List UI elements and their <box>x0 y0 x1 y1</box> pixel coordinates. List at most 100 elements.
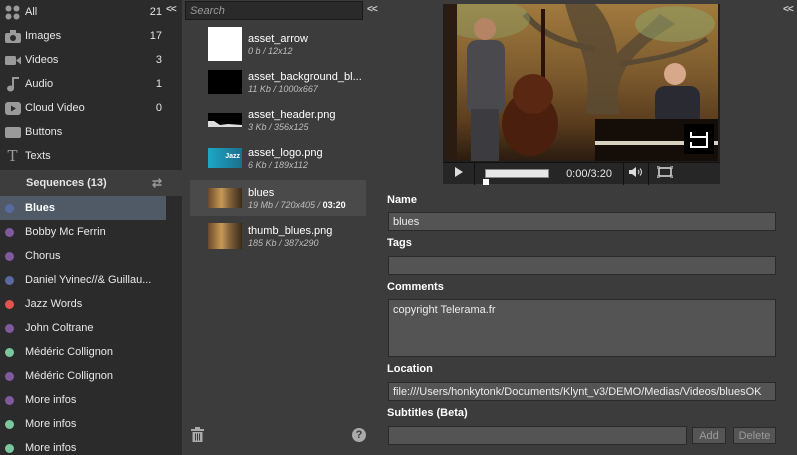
sequence-item[interactable]: Daniel Yvinec//& Guillau... <box>0 268 182 292</box>
video-frame[interactable] <box>445 4 718 161</box>
sidebar: << All 21 Images 17 Videos 3 Audio 1 Clo… <box>0 0 182 455</box>
music-note-icon <box>4 76 21 93</box>
comments-field[interactable]: copyright Telerama.fr <box>388 299 776 357</box>
asset-item[interactable]: asset_background_bl... 11 Kb / 1000x667 <box>190 64 366 100</box>
asset-item[interactable]: asset_arrow 0 b / 12x12 <box>190 26 366 62</box>
category-label: Images <box>25 30 62 42</box>
sequence-item[interactable]: More infos <box>0 436 182 455</box>
sequence-label: More infos <box>25 394 77 406</box>
asset-meta: 6 Kb / 189x112 <box>248 159 308 170</box>
sequence-item[interactable]: John Coltrane <box>0 316 182 340</box>
category-label: All <box>25 6 38 18</box>
sequence-color-dot <box>5 443 14 453</box>
category-count: 17 <box>149 30 162 42</box>
sequence-item[interactable]: Médéric Collignon <box>0 340 182 364</box>
add-subtitle-button[interactable]: Add <box>692 427 726 444</box>
asset-name: blues <box>248 186 275 199</box>
play-button[interactable] <box>443 162 475 185</box>
collapse-detail-button[interactable]: << <box>783 4 794 15</box>
play-icon <box>4 100 21 117</box>
sequence-item-blues[interactable]: Blues <box>0 196 166 220</box>
video-camera-icon <box>4 52 21 69</box>
search-input[interactable] <box>185 1 363 20</box>
location-label: Location <box>387 363 433 375</box>
sequence-color-dot <box>5 419 14 429</box>
sequence-list: Blues Bobby Mc Ferrin Chorus Daniel Yvin… <box>0 196 182 455</box>
collapse-assets-button[interactable]: << <box>367 4 378 15</box>
play-icon <box>454 167 463 180</box>
collapse-sidebar-button[interactable]: << <box>166 4 177 15</box>
sequence-item[interactable]: More infos <box>0 412 182 436</box>
asset-thumbnail <box>208 65 242 99</box>
category-cloud-video[interactable]: Cloud Video 0 <box>0 96 182 120</box>
progress-track <box>485 168 549 178</box>
asset-item[interactable]: thumb_blues.png 185 Kb / 387x290 <box>190 218 366 254</box>
sequence-item[interactable]: Médéric Collignon <box>0 364 182 388</box>
sort-arrows-icon[interactable]: ⇄ <box>152 176 162 190</box>
sequence-label: Bobby Mc Ferrin <box>25 226 106 238</box>
asset-name: asset_arrow <box>248 32 308 45</box>
sequence-color-dot <box>5 323 14 333</box>
asset-thumbnail <box>208 219 242 253</box>
category-label: Buttons <box>25 126 63 138</box>
category-label: Cloud Video <box>25 102 85 114</box>
volume-icon <box>629 167 643 180</box>
sequence-item[interactable]: Jazz Words <box>0 292 182 316</box>
name-field[interactable]: blues <box>388 212 776 231</box>
subtitles-field[interactable] <box>388 426 687 445</box>
sequence-label: Médéric Collignon <box>25 370 114 382</box>
sequence-label: Daniel Yvinec//& Guillau... <box>25 274 152 286</box>
asset-item-blues[interactable]: blues 19 Mb / 720x405 / 03:20 <box>190 180 366 216</box>
sequence-color-dot <box>5 347 14 357</box>
volume-button[interactable] <box>623 162 649 185</box>
sequence-item[interactable]: Bobby Mc Ferrin <box>0 220 182 244</box>
sequences-title: Sequences (13) <box>26 177 107 189</box>
trash-icon[interactable] <box>191 427 204 445</box>
category-images[interactable]: Images 17 <box>0 24 182 48</box>
sequence-label: Chorus <box>25 250 61 262</box>
category-all[interactable]: All 21 <box>0 0 182 24</box>
sequence-label: More infos <box>25 442 77 454</box>
category-count: 1 <box>155 78 162 90</box>
sequence-color-dot <box>5 275 14 285</box>
sequence-item[interactable]: Chorus <box>0 244 182 268</box>
logo-thumb-text: Jazz <box>225 153 240 160</box>
progress-slider[interactable] <box>475 163 551 185</box>
player-controls: 0:00/3:20 <box>443 162 720 185</box>
name-label: Name <box>387 194 417 206</box>
tags-field[interactable] <box>388 256 776 275</box>
asset-panel: << asset_arrow0 b / 12x12 asset_backgrou… <box>182 0 382 455</box>
sequences-header: Sequences (13) ⇄ <box>0 170 182 196</box>
category-label: Audio <box>25 78 54 90</box>
asset-duration: 03:20 <box>322 199 346 210</box>
asset-name: thumb_blues.png <box>248 224 333 237</box>
category-buttons[interactable]: Buttons <box>0 120 182 144</box>
asset-name: asset_logo.png <box>248 146 323 159</box>
camera-icon <box>4 28 21 45</box>
time-display: 0:00/3:20 <box>566 167 612 180</box>
category-audio[interactable]: Audio 1 <box>0 72 182 96</box>
detail-panel: << 0:00/3:20 Name blues Tags Comments co… <box>382 0 797 455</box>
sequence-color-dot <box>5 203 14 213</box>
sequence-label: John Coltrane <box>25 322 94 334</box>
asset-item[interactable]: Jazz asset_logo.png 6 Kb / 189x112 <box>190 140 366 176</box>
category-texts[interactable]: T Texts <box>0 144 182 168</box>
location-field[interactable]: file:///Users/honkytonk/Documents/Klynt_… <box>388 382 776 401</box>
sequence-color-dot <box>5 227 14 237</box>
asset-meta: 19 Mb / 720x405 / 03:20 <box>248 200 346 210</box>
fullscreen-button[interactable] <box>649 163 681 185</box>
sequence-color-dot <box>5 395 14 405</box>
asset-meta: 11 Kb / 1000x667 <box>248 83 318 94</box>
help-icon[interactable]: ? <box>352 428 366 442</box>
asset-size: 19 Mb / 720x405 / <box>248 199 323 210</box>
delete-subtitle-button[interactable]: Delete <box>733 427 776 444</box>
asset-item[interactable]: asset_header.png 3 Kb / 356x125 <box>190 102 366 138</box>
category-videos[interactable]: Videos 3 <box>0 48 182 72</box>
sequence-item[interactable]: More infos <box>0 388 182 412</box>
progress-handle[interactable] <box>483 178 489 185</box>
category-count: 3 <box>155 54 162 66</box>
tags-label: Tags <box>387 237 412 249</box>
sequence-color-dot <box>5 299 14 309</box>
asset-thumbnail <box>208 27 242 61</box>
sequence-label: Médéric Collignon <box>25 346 114 358</box>
